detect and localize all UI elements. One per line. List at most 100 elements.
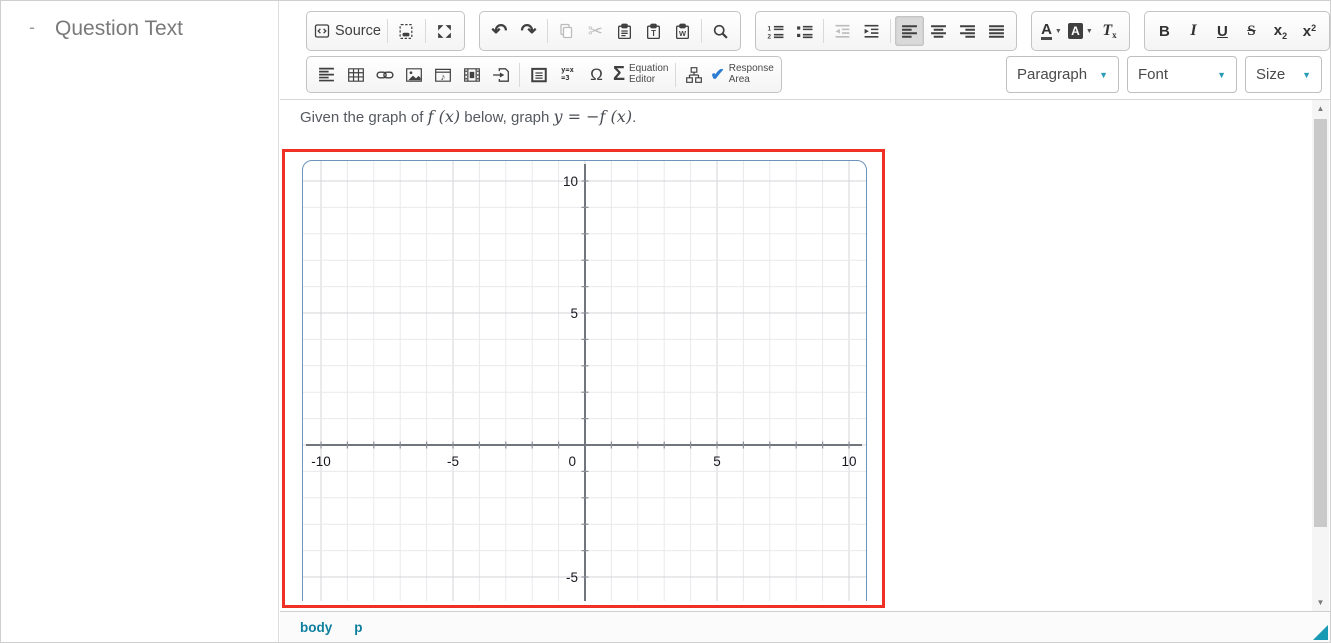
source-button[interactable]: Source: [312, 16, 383, 46]
svg-text:2: 2: [767, 33, 771, 40]
svg-text:♪: ♪: [440, 71, 445, 82]
numbered-list-button[interactable]: 1 2: [761, 16, 790, 46]
iframe-button[interactable]: [524, 60, 553, 90]
app-window: - Question Text Source: [0, 0, 1331, 643]
editor-content-area[interactable]: Given the graph of f (x) below, graph y …: [280, 100, 1330, 611]
vertical-scrollbar[interactable]: ▲ ▼: [1312, 100, 1329, 611]
italic-icon: I: [1190, 22, 1196, 40]
text-color-button[interactable]: A ▼: [1037, 16, 1066, 46]
bold-button[interactable]: B: [1150, 16, 1179, 46]
align-center-button[interactable]: [924, 16, 953, 46]
font-dropdown-label: Font: [1138, 66, 1168, 83]
undo-button[interactable]: ↶: [485, 16, 514, 46]
remove-format-button[interactable]: Tx: [1095, 16, 1124, 46]
svg-text:0: 0: [568, 454, 576, 469]
subscript-button[interactable]: x2: [1266, 16, 1295, 46]
resize-handle[interactable]: [1313, 625, 1328, 640]
horizontal-line-button[interactable]: [312, 60, 341, 90]
font-dropdown[interactable]: Font ▼: [1127, 56, 1237, 93]
subscript-icon: x2: [1274, 22, 1287, 41]
link-button[interactable]: [370, 60, 399, 90]
graph-clip: -10-5510105-50: [302, 160, 869, 601]
math-button[interactable]: y=x=3: [553, 60, 582, 90]
question-text-section-header[interactable]: - Question Text: [1, 1, 278, 41]
align-right-icon: [959, 23, 976, 40]
justify-button[interactable]: [982, 16, 1011, 46]
redo-button[interactable]: ↷: [514, 16, 543, 46]
align-right-button[interactable]: [953, 16, 982, 46]
toolbar-group-clipboard: ↶ ↷ ✂: [479, 11, 741, 51]
bulleted-list-button[interactable]: [790, 16, 819, 46]
rich-text-editor: Source: [280, 1, 1330, 642]
insert-template-button[interactable]: [486, 60, 515, 90]
toolbar-group-colors: A ▼ A ▼ Tx: [1031, 11, 1130, 51]
select-all-icon: [398, 23, 415, 40]
special-character-button[interactable]: Ω: [582, 60, 611, 90]
image-button[interactable]: [399, 60, 428, 90]
text-color-icon: A: [1041, 23, 1052, 40]
chevron-down-icon: ▼: [1205, 70, 1226, 80]
flowchart-icon: [685, 66, 703, 84]
math-y-equals: y = −f (x): [554, 107, 633, 126]
bold-icon: B: [1159, 23, 1170, 40]
video-button[interactable]: [457, 60, 486, 90]
paste-as-text-button[interactable]: T: [639, 16, 668, 46]
align-center-icon: [930, 23, 947, 40]
increase-indent-button[interactable]: [857, 16, 886, 46]
collapse-icon[interactable]: -: [29, 17, 35, 37]
paste-icon: [616, 23, 633, 40]
superscript-icon: x2: [1303, 23, 1316, 40]
decrease-indent-button[interactable]: [828, 16, 857, 46]
svg-text:-10: -10: [311, 454, 331, 469]
scroll-up-arrow[interactable]: ▲: [1312, 100, 1329, 117]
italic-button[interactable]: I: [1179, 16, 1208, 46]
toolbar-group-insert: ♪: [306, 56, 782, 93]
background-color-button[interactable]: A ▼: [1066, 16, 1095, 46]
align-left-icon: [901, 23, 918, 40]
justify-icon: [988, 23, 1005, 40]
math-fx: f (x): [428, 107, 461, 126]
cut-button[interactable]: ✂: [581, 16, 610, 46]
separator: [425, 19, 426, 43]
insert-document-icon: [492, 66, 510, 84]
svg-text:W: W: [679, 29, 686, 38]
separator: [701, 19, 702, 43]
path-item-body[interactable]: body: [300, 620, 332, 635]
paste-word-icon: W: [674, 23, 691, 40]
iframe-icon: [530, 66, 548, 84]
indent-icon: [863, 23, 880, 40]
image-icon: [405, 66, 423, 84]
table-button[interactable]: [341, 60, 370, 90]
paste-button[interactable]: [610, 16, 639, 46]
response-area-button[interactable]: ✔ ResponseArea: [709, 60, 776, 90]
structure-button[interactable]: [680, 60, 709, 90]
copy-button[interactable]: [552, 16, 581, 46]
editor-toolbar: Source: [280, 1, 1330, 100]
select-all-button[interactable]: [392, 16, 421, 46]
maximize-icon: [436, 23, 453, 40]
strikethrough-button[interactable]: S: [1237, 16, 1266, 46]
superscript-button[interactable]: x2: [1295, 16, 1324, 46]
find-button[interactable]: [706, 16, 735, 46]
section-title: Question Text: [55, 17, 183, 41]
paragraph-format-dropdown[interactable]: Paragraph ▼: [1006, 56, 1119, 93]
scrollbar-thumb[interactable]: [1314, 119, 1327, 527]
coordinate-grid-graph[interactable]: -10-5510105-50: [302, 160, 867, 601]
underline-button[interactable]: U: [1208, 16, 1237, 46]
audio-button[interactable]: ♪: [428, 60, 457, 90]
path-item-p[interactable]: p: [354, 620, 362, 635]
size-dropdown[interactable]: Size ▼: [1245, 56, 1322, 93]
omega-icon: Ω: [590, 65, 603, 85]
paste-from-word-button[interactable]: W: [668, 16, 697, 46]
equation-editor-button[interactable]: Σ EquationEditor: [611, 60, 671, 90]
chevron-down-icon: ▼: [1087, 70, 1108, 80]
paste-text-icon: T: [645, 23, 662, 40]
table-icon: [347, 66, 365, 84]
scroll-down-arrow[interactable]: ▼: [1312, 594, 1329, 611]
link-icon: [376, 66, 394, 84]
source-icon: [314, 23, 330, 39]
toolbar-group-document: Source: [306, 11, 465, 51]
maximize-button[interactable]: [430, 16, 459, 46]
separator: [519, 63, 520, 87]
align-left-button[interactable]: [895, 16, 924, 46]
